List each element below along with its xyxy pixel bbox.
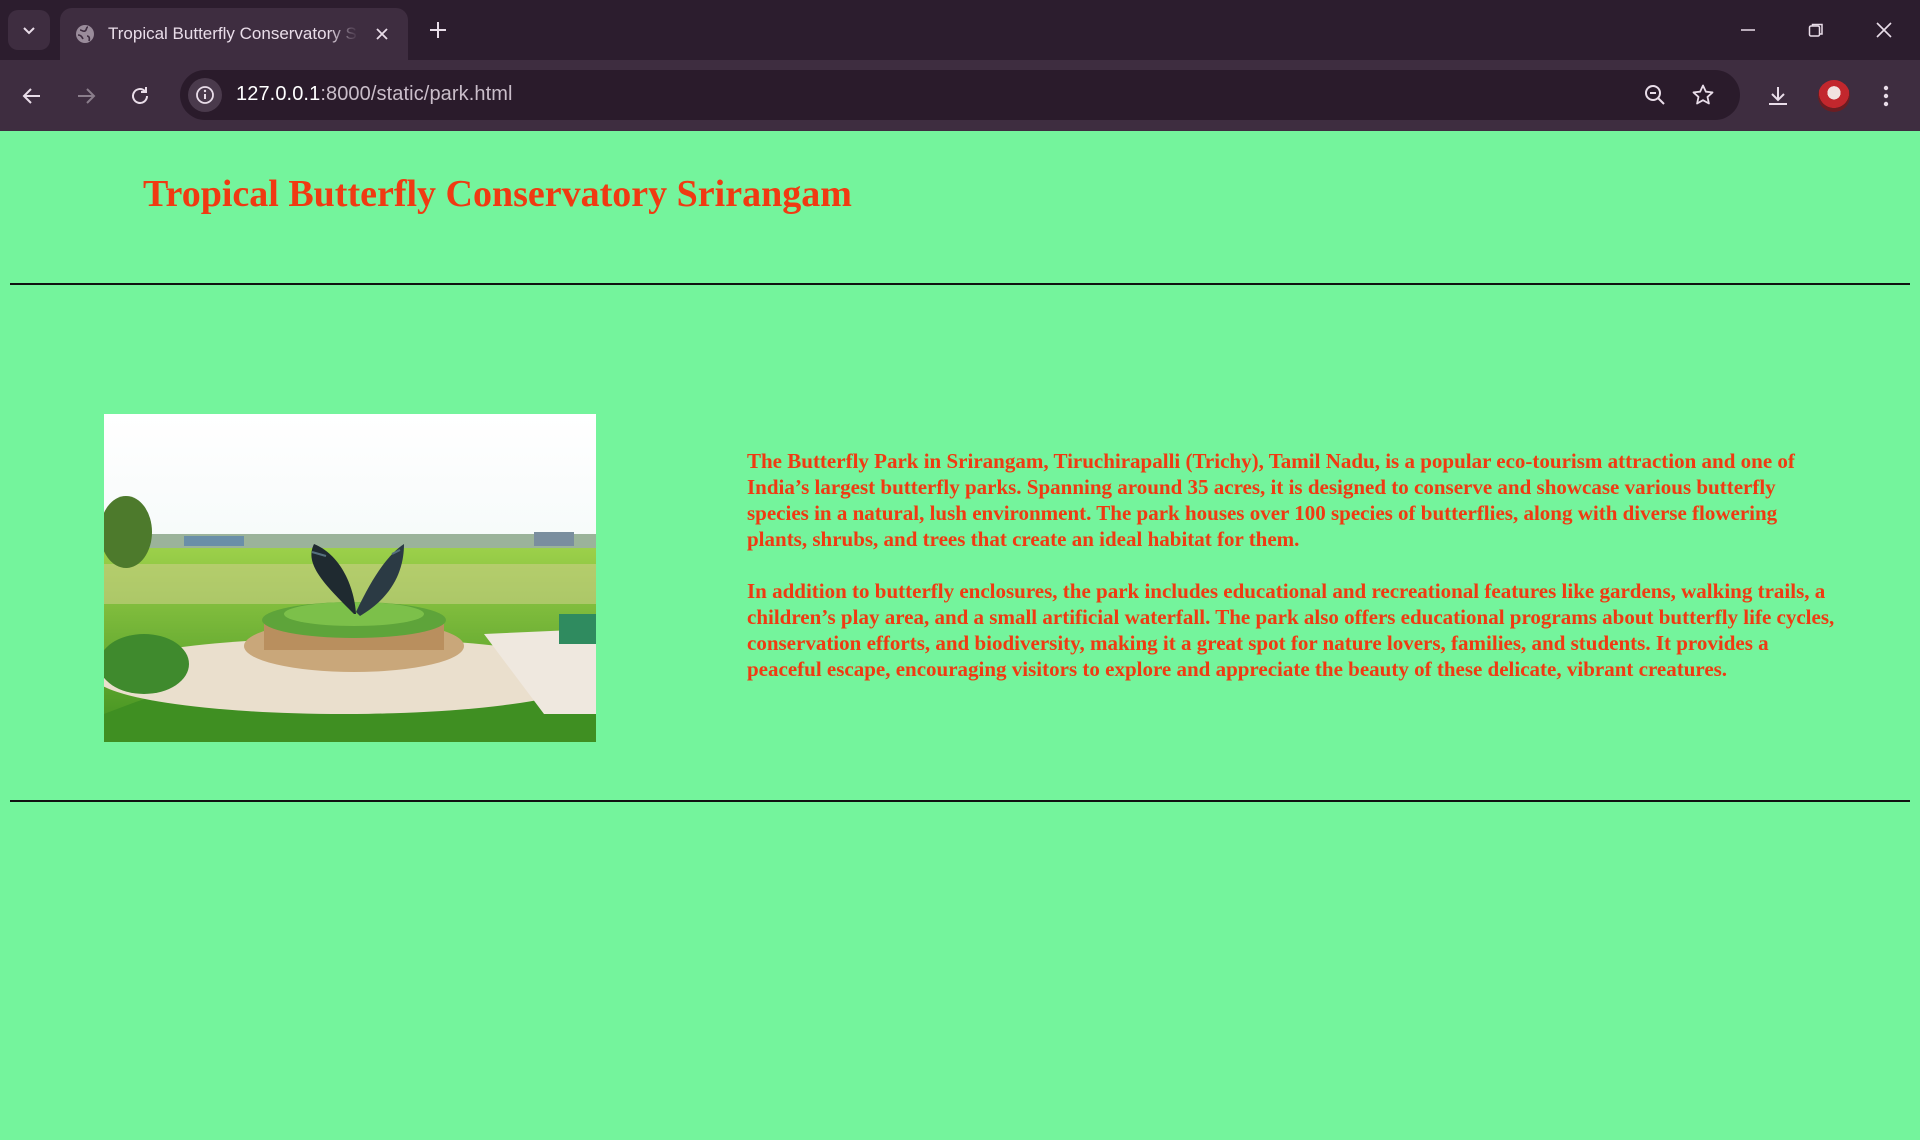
- back-icon: [22, 88, 40, 104]
- horizontal-rule-top: [10, 283, 1910, 285]
- reload-icon: [132, 87, 148, 104]
- bookmark-button[interactable]: [1688, 80, 1718, 110]
- plus-icon: [430, 22, 446, 38]
- download-icon: [1769, 87, 1787, 105]
- url-text: 127.0.0.1:8000/static/park.html: [236, 83, 513, 106]
- description-paragraph-1: The Butterfly Park in Srirangam, Tiruchi…: [747, 449, 1795, 551]
- active-tab[interactable]: Tropical Butterfly Conservatory Sriranga…: [60, 8, 408, 60]
- minimize-button[interactable]: [1730, 12, 1766, 48]
- forward-button[interactable]: [68, 78, 104, 114]
- minimize-icon: [1741, 29, 1755, 31]
- horizontal-rule-bottom: [10, 800, 1910, 802]
- window-close-icon: [1876, 22, 1892, 38]
- description-paragraph-2: In addition to butterfly enclosures, the…: [747, 579, 1835, 681]
- reload-button[interactable]: [122, 78, 158, 114]
- tab-title: Tropical Butterfly Conservatory Sriranga…: [108, 24, 358, 43]
- url-host: 127.0.0.1: [236, 83, 321, 105]
- new-tab-button[interactable]: [424, 16, 452, 44]
- profile-avatar[interactable]: [1818, 80, 1850, 112]
- close-icon: [376, 28, 388, 40]
- close-window-button[interactable]: [1866, 12, 1902, 48]
- info-icon: [196, 86, 214, 104]
- browser-toolbar: 127.0.0.1:8000/static/park.html: [0, 60, 1920, 131]
- close-tab-button[interactable]: [370, 22, 394, 46]
- chevron-down-icon: [23, 27, 35, 35]
- url-path: :8000/static/park.html: [320, 83, 513, 105]
- forward-icon: [78, 88, 96, 104]
- butterfly-park-photo: [104, 414, 596, 742]
- tab-search-button[interactable]: [8, 10, 50, 50]
- downloads-button[interactable]: [1760, 78, 1796, 114]
- zoom-button[interactable]: [1640, 80, 1670, 110]
- restore-button[interactable]: [1798, 12, 1834, 48]
- more-vert-icon: [1883, 85, 1889, 107]
- globe-icon: [74, 23, 96, 45]
- site-info-button[interactable]: [188, 78, 222, 112]
- restore-icon: [1808, 23, 1823, 37]
- address-bar[interactable]: 127.0.0.1:8000/static/park.html: [180, 70, 1740, 120]
- page-title: Tropical Butterfly Conservatory Sriranga…: [143, 173, 852, 215]
- description: The Butterfly Park in Srirangam, Tiruchi…: [747, 448, 1837, 708]
- back-button[interactable]: [14, 78, 50, 114]
- tab-strip: Tropical Butterfly Conservatory Sriranga…: [0, 0, 1920, 60]
- star-icon: [1692, 84, 1714, 105]
- menu-button[interactable]: [1868, 78, 1904, 114]
- zoom-icon: [1645, 85, 1665, 105]
